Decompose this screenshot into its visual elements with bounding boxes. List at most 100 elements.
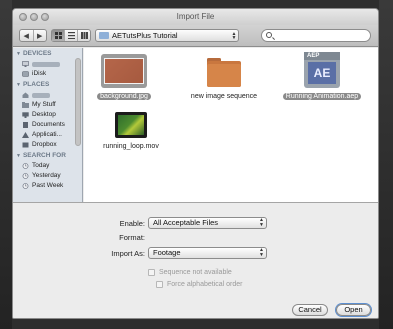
documents-icon — [23, 122, 28, 128]
folder-icon — [22, 102, 29, 108]
window-title: Import File — [176, 12, 215, 21]
forward-arrow-icon: ▶ — [37, 32, 43, 40]
search-input[interactable] — [275, 31, 367, 41]
sidebar-item-label: Documents — [32, 121, 65, 128]
background-left — [0, 0, 12, 329]
search-icon — [266, 32, 272, 38]
applications-icon — [22, 132, 29, 138]
import-options-panel: Enable: All Acceptable Files ▲ ▼ Format: … — [13, 202, 378, 318]
file-browser: background.jpg new image sequence AEP AE… — [84, 48, 378, 202]
image-thumbnail — [101, 54, 147, 88]
list-view-icon — [67, 32, 75, 39]
minimize-window-icon[interactable] — [30, 13, 38, 21]
sequence-label: Sequence not available — [159, 269, 232, 276]
sequence-checkbox[interactable]: Sequence not available — [148, 269, 232, 276]
open-button[interactable]: Open — [336, 304, 371, 316]
sidebar-item-label: Past Week — [32, 182, 64, 189]
folder-icon — [99, 32, 109, 39]
chevron-updown-icon: ▲ ▼ — [259, 247, 264, 258]
enable-label: Enable: — [119, 219, 145, 228]
sidebar-item-label: Yesterday — [32, 172, 61, 179]
icon-view-icon — [54, 32, 62, 39]
column-view-icon — [80, 32, 88, 39]
back-arrow-icon: ◀ — [23, 32, 29, 40]
search-field[interactable] — [261, 29, 371, 42]
force-alphabetical-checkbox[interactable]: Force alphabetical order — [156, 281, 243, 288]
sidebar-item-desktop[interactable]: Desktop — [13, 110, 82, 120]
sidebar-item-yesterday[interactable]: Yesterday — [13, 171, 82, 181]
file-item-new-image-sequence[interactable]: new image sequence — [180, 54, 268, 100]
clock-icon — [22, 163, 29, 169]
scrollbar-thumb[interactable] — [75, 58, 81, 146]
import-file-dialog: Import File ◀ ▶ AETutsPlus Tutorial ▲▼ — [12, 8, 379, 319]
close-window-icon[interactable] — [19, 13, 27, 21]
format-label: Format: — [119, 233, 145, 242]
sidebar: ▼ DEVICES iDisk ▼ PLACES My Stuff Desktop … — [13, 48, 83, 202]
title-bar: Import File — [13, 9, 378, 25]
import-as-value: Footage — [153, 248, 181, 257]
file-name: background.jpg — [97, 93, 151, 100]
chevron-updown-icon: ▲ ▼ — [259, 217, 264, 228]
file-item-running-loop-mov[interactable]: running_loop.mov — [92, 112, 170, 150]
file-item-background-jpg[interactable]: background.jpg — [92, 54, 156, 100]
sidebar-places-header[interactable]: ▼ PLACES — [13, 80, 82, 90]
sidebar-item-documents[interactable]: Documents — [13, 120, 82, 130]
sidebar-item-home[interactable] — [13, 90, 82, 100]
sidebar-item-label: Desktop — [32, 111, 56, 118]
import-as-label: Import As: — [111, 249, 145, 258]
file-item-running-animation-aep[interactable]: AEP AE Running Animation.aep — [274, 52, 370, 100]
clock-icon — [22, 173, 29, 179]
file-name: Running Animation.aep — [282, 93, 362, 100]
view-mode-switcher — [51, 29, 91, 42]
dropbox-icon — [22, 142, 29, 148]
desktop-icon — [22, 112, 29, 118]
sidebar-item-my-stuff[interactable]: My Stuff — [13, 100, 82, 110]
icon-view-button[interactable] — [52, 30, 65, 41]
checkbox-box[interactable] — [148, 269, 155, 276]
file-name: new image sequence — [190, 93, 258, 100]
enable-value: All Acceptable Files — [153, 218, 219, 227]
sidebar-item-label: iDisk — [32, 70, 47, 77]
movie-thumbnail — [115, 112, 147, 138]
sidebar-item-label: Today — [32, 162, 50, 169]
sidebar-item-label: Dropbox — [32, 141, 57, 148]
zoom-window-icon[interactable] — [41, 13, 49, 21]
idisk-icon — [22, 71, 29, 77]
sidebar-item-label: Applicati... — [32, 131, 62, 138]
force-alphabetical-label: Force alphabetical order — [167, 281, 243, 288]
sidebar-item-past-week[interactable]: Past Week — [13, 181, 82, 191]
sidebar-item-applications[interactable]: Applicati... — [13, 130, 82, 140]
back-button[interactable]: ◀ — [20, 30, 34, 41]
sidebar-search-header[interactable]: ▼ SEARCH FOR — [13, 151, 82, 161]
sidebar-item-today[interactable]: Today — [13, 161, 82, 171]
disclosure-triangle-icon: ▼ — [16, 82, 21, 88]
disclosure-triangle-icon: ▼ — [16, 153, 21, 159]
location-label: AETutsPlus Tutorial — [112, 31, 178, 40]
computer-icon — [22, 61, 29, 67]
import-as-popup[interactable]: Footage ▲ ▼ — [148, 247, 267, 259]
disclosure-triangle-icon: ▼ — [16, 51, 21, 57]
clock-icon — [22, 183, 29, 189]
checkbox-box[interactable] — [156, 281, 163, 288]
sidebar-item-idisk[interactable]: iDisk — [13, 69, 82, 79]
redacted-label — [32, 61, 60, 67]
folder-icon — [207, 58, 241, 87]
sidebar-item-dropbox[interactable]: Dropbox — [13, 140, 82, 150]
list-view-button[interactable] — [65, 30, 78, 41]
sidebar-devices-header[interactable]: ▼ DEVICES — [13, 49, 82, 59]
enable-popup[interactable]: All Acceptable Files ▲ ▼ — [148, 217, 267, 229]
sidebar-item-label: My Stuff — [32, 101, 56, 108]
sidebar-item-computer[interactable] — [13, 59, 82, 69]
file-name: running_loop.mov — [103, 143, 159, 150]
aep-document-icon: AEP AE — [304, 52, 340, 88]
sidebar-scrollbar[interactable] — [75, 50, 81, 200]
location-popup[interactable]: AETutsPlus Tutorial ▲ ▼ — [95, 29, 239, 42]
forward-button[interactable]: ▶ — [34, 30, 47, 41]
toolbar: ◀ ▶ AETutsPlus Tutorial ▲ ▼ — [13, 25, 378, 47]
home-icon — [22, 92, 29, 98]
nav-buttons: ◀ ▶ — [19, 29, 47, 42]
cancel-button[interactable]: Cancel — [292, 304, 328, 316]
column-view-button[interactable] — [78, 30, 90, 41]
redacted-label — [32, 92, 50, 98]
chevron-updown-icon: ▲ ▼ — [231, 30, 237, 41]
